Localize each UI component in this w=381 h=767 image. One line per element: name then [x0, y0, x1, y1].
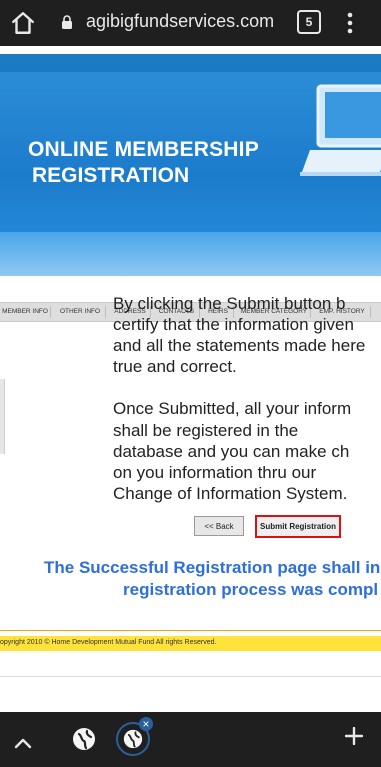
content-para1-line3: and all the statements made here	[113, 336, 366, 355]
more-menu-icon[interactable]	[347, 12, 353, 34]
chevron-up-icon[interactable]	[14, 736, 32, 750]
banner-bottom-strip	[0, 232, 381, 276]
copyright-text: opyright 2010 © Home Development Mutual …	[0, 639, 217, 646]
footer-divider	[0, 630, 381, 631]
back-button[interactable]: << Back	[194, 516, 244, 536]
success-message-line1: The Successful Registration page shall i…	[44, 558, 381, 577]
side-scroll-handle[interactable]	[0, 379, 5, 454]
lock-icon	[62, 15, 72, 29]
banner-title-line2: REGISTRATION	[32, 164, 190, 187]
web-page: ONLINE MEMBERSHIP REGISTRATION MEMBER IN…	[0, 46, 381, 712]
banner-title-line1: ONLINE MEMBERSHIP	[28, 138, 259, 161]
content-para2-line5: Change of Information System.	[113, 484, 348, 503]
content-para1-line2: certify that the information given	[113, 315, 354, 334]
new-tab-plus-icon[interactable]	[345, 727, 363, 745]
browser-toolbar: agibigfundservices.com 5	[0, 0, 381, 46]
laptop-illustration	[300, 84, 381, 176]
content-para1-line4: true and correct.	[113, 357, 237, 376]
content-para1-line1: By clicking the Submit button b	[113, 294, 346, 313]
page-bottom-separator	[0, 676, 381, 677]
tab-count-button[interactable]: 5	[297, 10, 321, 34]
success-message-line2: registration process was compl	[123, 580, 379, 599]
tab-other-info[interactable]: OTHER INFO	[55, 306, 106, 318]
content-para2-line3: database and you can make ch	[113, 442, 350, 461]
banner-top-strip	[0, 54, 381, 72]
header-banner: ONLINE MEMBERSHIP REGISTRATION	[0, 54, 381, 276]
content-para2-line1: Once Submitted, all your inform	[113, 399, 352, 418]
close-tab-icon[interactable]: ×	[139, 717, 153, 731]
globe-tab-icon-active	[123, 729, 143, 749]
globe-tab-icon[interactable]	[72, 727, 96, 751]
content-para2-line4: on you information thru our	[113, 463, 317, 482]
browser-bottom-bar	[0, 712, 381, 767]
address-bar-url[interactable]: agibigfundservices.com	[86, 11, 274, 32]
submit-registration-button[interactable]: Submit Registration	[255, 515, 341, 538]
page-body: ONLINE MEMBERSHIP REGISTRATION MEMBER IN…	[0, 46, 381, 712]
home-icon[interactable]	[10, 10, 36, 36]
tab-member-info[interactable]: MEMBER INFO	[0, 306, 51, 318]
content-para2-line2: shall be registered in the	[113, 421, 299, 440]
